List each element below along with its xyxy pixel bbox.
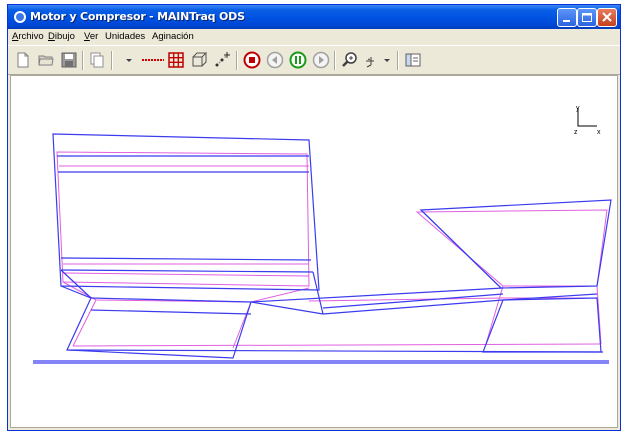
maximize-button[interactable] [577, 8, 597, 27]
step-forward-icon[interactable] [312, 51, 330, 69]
wireframe-model: y z x [33, 105, 612, 364]
zoom-icon[interactable] [341, 51, 359, 69]
save-icon[interactable] [60, 51, 78, 69]
dropdown-arrow-icon[interactable] [120, 51, 138, 69]
dashed-line-icon[interactable] [141, 51, 164, 69]
svg-text:z: z [574, 129, 578, 136]
open-folder-icon[interactable] [37, 51, 55, 69]
grid-icon[interactable] [167, 51, 185, 69]
svg-text:x: x [597, 129, 601, 136]
minimize-button[interactable] [557, 8, 577, 27]
app-window: Motor y Compresor - MAINTraq ODS Archivo… [7, 4, 621, 431]
menu-dibujo[interactable]: Dibujo [48, 31, 75, 42]
toolbar [8, 45, 620, 75]
close-button[interactable] [597, 8, 617, 27]
drawing-canvas[interactable]: y z x [10, 75, 618, 428]
menu-archivo[interactable]: Archivo [12, 31, 44, 42]
undeformed-shape [52, 133, 612, 359]
svg-text:y: y [576, 105, 580, 112]
menu-bar: Archivo Dibujo Ver Unidades Aginación [8, 29, 620, 45]
window-title: Motor y Compresor - MAINTraq ODS [30, 10, 245, 23]
new-file-icon[interactable] [14, 51, 32, 69]
points-icon[interactable] [213, 51, 231, 69]
menu-ver[interactable]: Ver [84, 31, 98, 42]
cube-wireframe-icon[interactable] [190, 51, 208, 69]
axes-triad: y z x [574, 105, 601, 136]
title-bar[interactable]: Motor y Compresor - MAINTraq ODS [8, 5, 620, 29]
app-icon [14, 11, 26, 23]
menu-animacion[interactable]: Aginación [152, 31, 194, 42]
record-icon[interactable] [243, 51, 261, 69]
deformed-shape [56, 151, 608, 349]
pause-icon[interactable] [289, 51, 307, 69]
menu-unidades[interactable]: Unidades [105, 31, 145, 42]
axis-dropdown-icon[interactable] [364, 51, 394, 69]
panel-icon[interactable] [404, 51, 422, 69]
step-back-icon[interactable] [266, 51, 284, 69]
copy-icon[interactable] [88, 51, 106, 69]
